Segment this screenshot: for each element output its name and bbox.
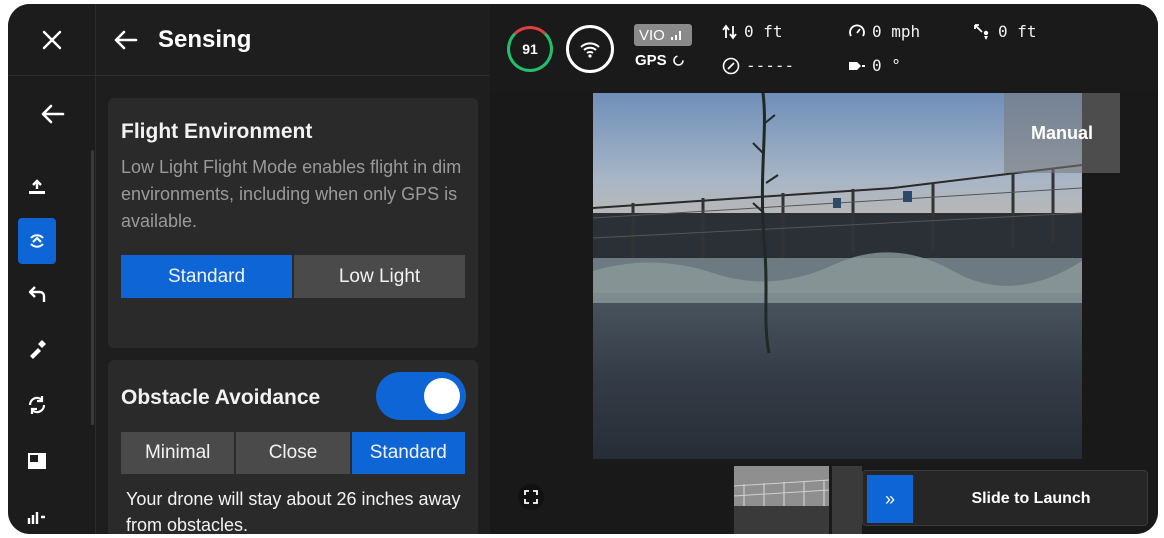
return-icon bbox=[28, 286, 46, 302]
minimal-distance-button[interactable]: Minimal bbox=[121, 432, 235, 474]
distance-value: 0 ft bbox=[998, 22, 1037, 41]
launch-slider-handle[interactable]: » bbox=[867, 475, 913, 523]
fullscreen-button[interactable] bbox=[518, 484, 544, 510]
standard-distance-button[interactable]: Standard bbox=[351, 432, 465, 474]
obstacle-avoidance-toggle[interactable] bbox=[376, 372, 466, 420]
rail-item-return[interactable] bbox=[18, 272, 56, 318]
gps-spinner-icon bbox=[672, 55, 684, 66]
secondary-thumbnail[interactable] bbox=[832, 466, 862, 534]
expand-icon bbox=[524, 490, 538, 504]
speed-value: 0 mph bbox=[872, 22, 921, 41]
gps-status: GPS bbox=[635, 52, 685, 69]
rail-back-button[interactable] bbox=[8, 86, 96, 142]
obstacle-avoidance-title: Obstacle Avoidance bbox=[121, 386, 321, 409]
back-button[interactable] bbox=[100, 4, 150, 76]
obstacle-distance-segmented: Minimal Close Standard bbox=[121, 432, 465, 474]
distance-readout: 0 ft bbox=[974, 22, 1037, 41]
arrow-left-icon bbox=[41, 104, 65, 124]
gimbal-value: 0 ° bbox=[872, 56, 901, 75]
rail-item-rotate[interactable] bbox=[18, 382, 56, 428]
telemetry-bar: 91 VIO GPS 0 ft ----- 0 mph 0 ° 0 ft bbox=[490, 4, 1158, 92]
picture-in-picture-icon bbox=[28, 453, 46, 469]
slide-to-launch[interactable]: » Slide to Launch bbox=[862, 470, 1148, 526]
arrow-left-icon bbox=[114, 30, 138, 49]
flight-mode-badge[interactable]: Manual bbox=[1004, 93, 1120, 173]
gps-label: GPS bbox=[635, 52, 667, 69]
thermal-thumbnail[interactable] bbox=[734, 466, 829, 534]
takeoff-icon bbox=[29, 179, 45, 194]
speed-readout: 0 mph bbox=[848, 22, 920, 41]
battery-level: 91 bbox=[522, 41, 538, 57]
toggle-knob bbox=[424, 378, 460, 414]
panel-header: Sensing bbox=[96, 4, 490, 76]
obstacle-avoidance-note: Your drone will stay about 26 inches awa… bbox=[126, 489, 461, 534]
close-distance-button[interactable]: Close bbox=[236, 432, 350, 474]
wifi-icon bbox=[580, 42, 600, 58]
flight-environment-segmented: Standard Low Light bbox=[121, 255, 465, 298]
obstacle-avoidance-card: Obstacle Avoidance Minimal Close Standar… bbox=[108, 360, 478, 534]
signal-icon bbox=[27, 512, 45, 524]
left-rail bbox=[8, 4, 96, 534]
flight-environment-title: Flight Environment bbox=[121, 120, 313, 143]
vio-status: VIO bbox=[634, 24, 692, 46]
signal-bars-icon bbox=[670, 31, 681, 40]
standard-mode-button[interactable]: Standard bbox=[121, 255, 292, 298]
rail-item-sensing[interactable] bbox=[18, 218, 56, 264]
compass-icon bbox=[722, 57, 740, 74]
sensing-panel: Sensing Flight Environment Low Light Fli… bbox=[96, 4, 490, 534]
speedometer-icon bbox=[849, 24, 865, 36]
altitude-readout: 0 ft bbox=[722, 22, 783, 41]
sensing-icon bbox=[30, 234, 44, 248]
flight-mode-label: Manual bbox=[1030, 122, 1093, 143]
connection-indicator[interactable] bbox=[566, 25, 614, 73]
vio-label: VIO bbox=[639, 26, 665, 44]
rail-item-pip[interactable] bbox=[18, 438, 56, 484]
camera-view: 91 VIO GPS 0 ft ----- 0 mph 0 ° 0 ft Man… bbox=[490, 4, 1158, 534]
double-chevron-icon: » bbox=[884, 488, 895, 509]
altitude-value: 0 ft bbox=[744, 22, 783, 41]
rail-item-signal[interactable] bbox=[18, 494, 56, 534]
rotate-icon bbox=[28, 396, 46, 414]
flashlight-icon bbox=[30, 340, 46, 359]
heading-value: ----- bbox=[746, 56, 795, 75]
close-button[interactable] bbox=[8, 4, 96, 76]
distance-icon bbox=[974, 23, 989, 40]
close-icon bbox=[42, 30, 62, 49]
flight-environment-description: Low Light Flight Mode enables flight in … bbox=[121, 157, 462, 231]
rail-item-flashlight[interactable] bbox=[18, 326, 56, 372]
page-title: Sensing bbox=[158, 25, 252, 53]
rail-scrollbar[interactable] bbox=[91, 150, 94, 425]
battery-indicator[interactable]: 91 bbox=[507, 26, 553, 72]
gimbal-icon bbox=[849, 61, 865, 70]
thermal-preview-image bbox=[734, 466, 829, 534]
rail-item-takeoff[interactable] bbox=[18, 164, 56, 210]
app-screen: Sensing Flight Environment Low Light Fli… bbox=[8, 4, 1158, 534]
altitude-arrows-icon bbox=[722, 24, 737, 39]
flight-environment-card: Flight Environment Low Light Flight Mode… bbox=[108, 98, 478, 348]
heading-readout: ----- bbox=[722, 56, 794, 75]
gimbal-readout: 0 ° bbox=[848, 56, 901, 75]
launch-label: Slide to Launch bbox=[971, 490, 1091, 507]
low-light-mode-button[interactable]: Low Light bbox=[294, 255, 465, 298]
